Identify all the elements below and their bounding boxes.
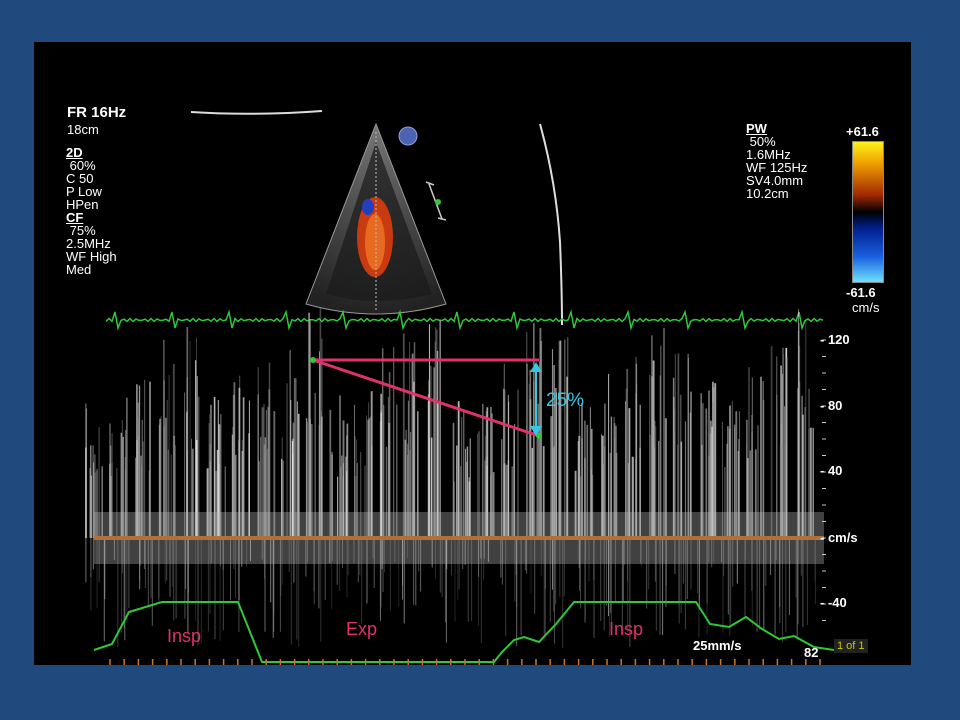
color-scale-min: -61.6 bbox=[846, 285, 876, 300]
inspiration-label: Insp bbox=[167, 626, 202, 646]
ultrasound-screen: FR 16Hz 18cm 2D 60% C 50 P Low HPen CF 7… bbox=[34, 42, 911, 665]
velocity-tick-label: - cm/s bbox=[820, 530, 858, 545]
velocity-tick-label: - -40 bbox=[820, 595, 847, 610]
color-scale-bar bbox=[852, 141, 884, 283]
sweep-speed: 25mm/s bbox=[693, 638, 742, 653]
ecg-trace bbox=[105, 309, 824, 331]
expiration-label: Exp bbox=[346, 619, 378, 639]
color-scale-max: +61.6 bbox=[846, 124, 879, 139]
velocity-tick-label: - 40 bbox=[820, 463, 843, 478]
params-cf-line: Med bbox=[66, 262, 92, 277]
probe-marker-line bbox=[190, 110, 323, 115]
pw-params: PW 50% 1.6MHz WF 125Hz SV4.0mm 10.2cm bbox=[746, 122, 807, 200]
measurement-percent: 25% bbox=[546, 390, 585, 411]
measure-point-start bbox=[310, 357, 316, 363]
page-indicator: 1 of 1 bbox=[834, 639, 868, 653]
probe-orientation-icon bbox=[398, 126, 418, 146]
color-scale-unit: cm/s bbox=[852, 300, 880, 315]
velocity-tick-marks bbox=[822, 339, 826, 621]
depth-readout: 82 bbox=[804, 645, 819, 660]
velocity-tick-label: - 80 bbox=[820, 398, 843, 413]
depth-label: 18cm bbox=[67, 122, 99, 137]
params-pw-line: 10.2cm bbox=[746, 186, 789, 201]
velocity-tick-label: - 120 bbox=[820, 332, 850, 347]
inspiration-label: Insp bbox=[609, 619, 644, 639]
imaging-params: 2D 60% C 50 P Low HPen CF 75% 2.5MHz WF … bbox=[66, 146, 117, 276]
time-tick-marks bbox=[109, 659, 821, 665]
trace-marker-line bbox=[539, 123, 563, 326]
frame-rate: FR 16Hz bbox=[67, 104, 127, 121]
